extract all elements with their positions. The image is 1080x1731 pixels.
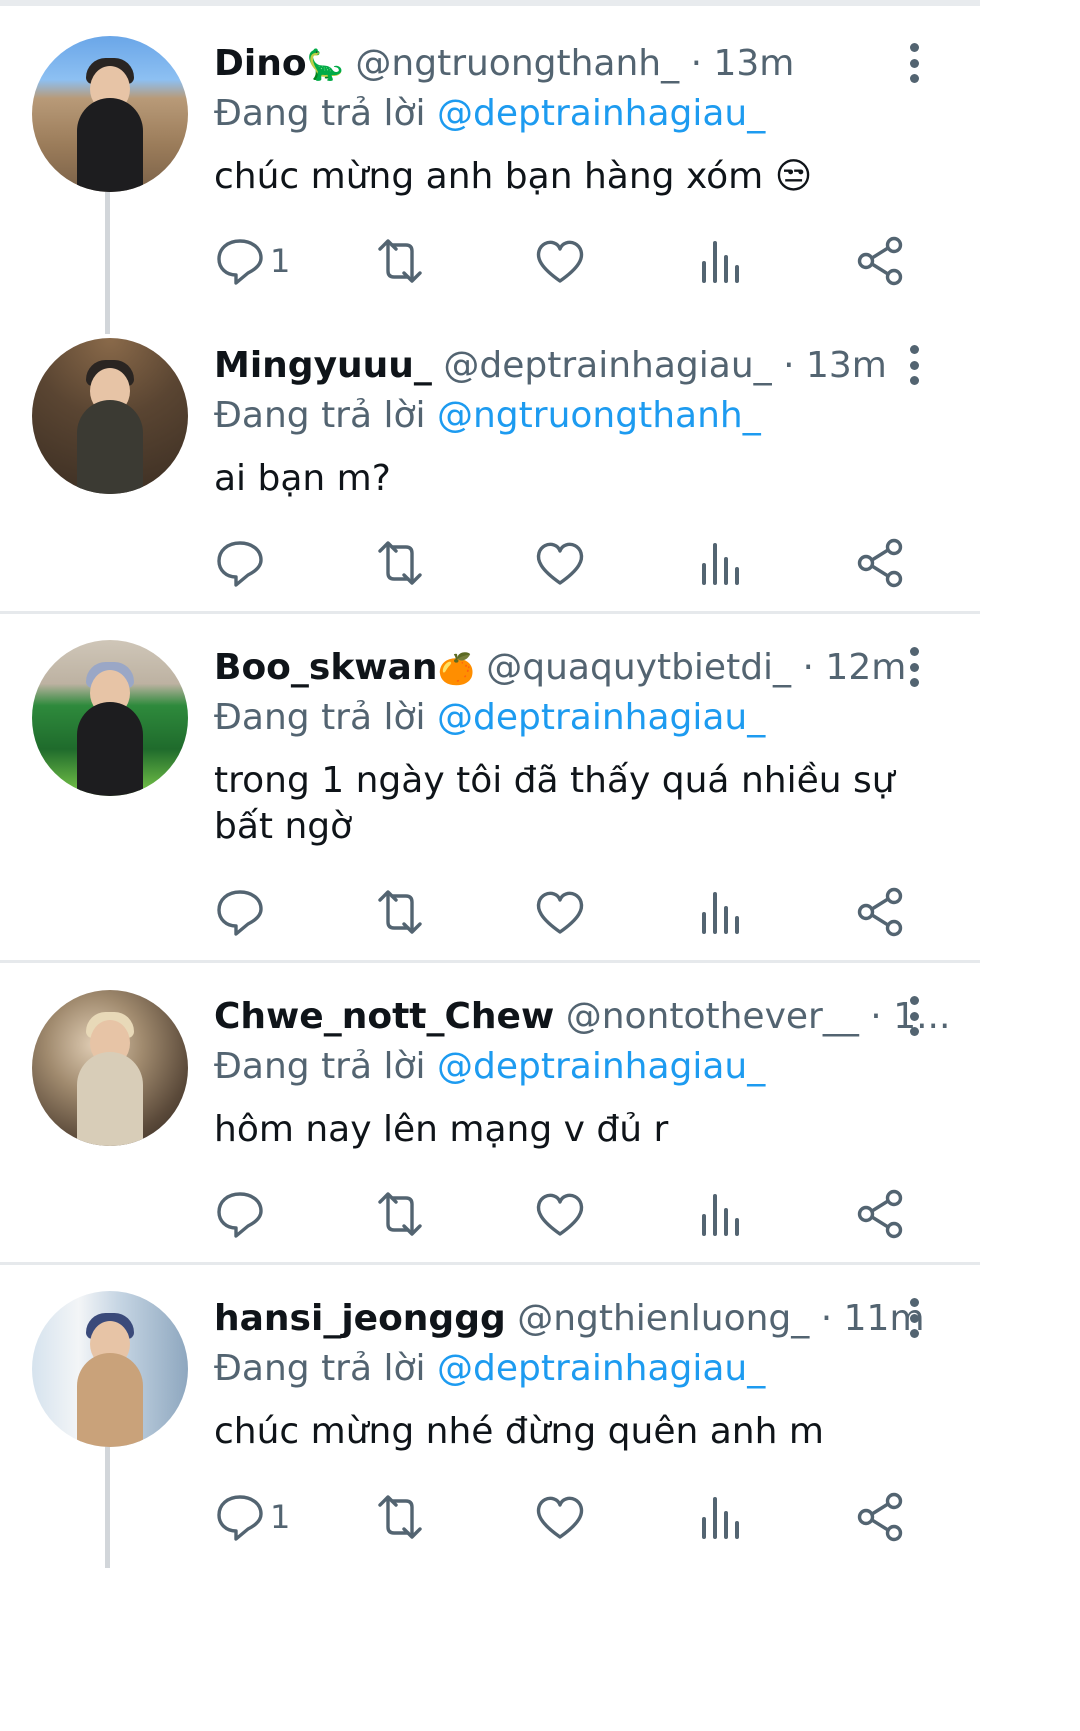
replying-to-label: Đang trả lời xyxy=(214,697,426,738)
separator-dot: · xyxy=(690,43,703,84)
tweet-divider xyxy=(0,1262,980,1265)
reply-icon[interactable] xyxy=(210,231,270,291)
avatar-figure xyxy=(77,400,143,494)
display-name[interactable]: Chwe_nott_Chew xyxy=(214,996,554,1037)
retweet-icon[interactable] xyxy=(370,533,430,593)
top-strip xyxy=(0,0,980,6)
tweet-text: chúc mừng nhé đừng quên anh m xyxy=(214,1411,824,1452)
tweet-divider xyxy=(0,960,980,963)
display-name[interactable]: Boo_skwan xyxy=(214,647,437,688)
tweet-text: ai bạn m? xyxy=(214,458,391,499)
like-icon[interactable] xyxy=(530,533,590,593)
user-handle[interactable]: @ngthienluong_ xyxy=(517,1298,809,1339)
separator-dot: · xyxy=(802,647,814,688)
replying-to-label: Đang trả lời xyxy=(214,93,426,134)
user-handle[interactable]: @nontothever__ xyxy=(566,996,859,1037)
share-icon[interactable] xyxy=(850,533,910,593)
tweet-header: Chwe_nott_Chew @nontothever__ · 1... xyxy=(214,995,950,1039)
like-icon[interactable] xyxy=(530,231,590,291)
tweet-header: Boo_skwan🍊 @quaquytbietdi_ · 12m xyxy=(214,646,906,690)
separator-dot: · xyxy=(820,1298,833,1339)
like-icon[interactable] xyxy=(530,1487,590,1547)
name-emoji: 🍊 xyxy=(437,652,475,687)
avatar[interactable] xyxy=(32,990,188,1146)
replying-to: Đang trả lời @ngtruongthanh_ xyxy=(214,394,761,438)
avatar[interactable] xyxy=(32,36,188,192)
avatar-figure xyxy=(77,98,143,192)
tweet-text: trong 1 ngày tôi đã thấy quá nhiều sự bấ… xyxy=(214,760,895,847)
timestamp[interactable]: 13m xyxy=(713,43,794,84)
avatar-figure xyxy=(77,702,143,796)
more-icon[interactable] xyxy=(904,43,924,83)
views-icon[interactable] xyxy=(690,231,750,291)
avatar-figure xyxy=(77,1353,143,1447)
replying-to-label: Đang trả lời xyxy=(214,1046,426,1087)
share-icon[interactable] xyxy=(850,231,910,291)
more-icon[interactable] xyxy=(904,647,924,687)
tweet-divider xyxy=(0,611,980,614)
tweet-text: chúc mừng anh bạn hàng xóm 😒 xyxy=(214,156,813,197)
retweet-icon[interactable] xyxy=(370,882,430,942)
replying-to-mention[interactable]: @deptrainhagiau_ xyxy=(437,93,765,134)
more-icon[interactable] xyxy=(904,345,924,385)
reply-icon[interactable] xyxy=(210,533,270,593)
thread-line xyxy=(105,192,110,334)
reply-count: 1 xyxy=(270,242,291,280)
tweet-header: Dino🦕 @ngtruongthanh_ · 13m xyxy=(214,42,794,86)
replying-to: Đang trả lời @deptrainhagiau_ xyxy=(214,696,765,740)
avatar-figure xyxy=(77,1052,143,1146)
replying-to: Đang trả lời @deptrainhagiau_ xyxy=(214,1045,765,1089)
timestamp[interactable]: 12m xyxy=(825,647,906,688)
reply-count: 1 xyxy=(270,1498,291,1536)
retweet-icon[interactable] xyxy=(370,1184,430,1244)
avatar[interactable] xyxy=(32,640,188,796)
display-name[interactable]: hansi_jeonggg xyxy=(214,1298,506,1339)
separator-dot: · xyxy=(870,996,882,1037)
display-name[interactable]: Mingyuuu_ xyxy=(214,345,432,386)
more-icon[interactable] xyxy=(904,996,924,1036)
replying-to: Đang trả lời @deptrainhagiau_ xyxy=(214,92,765,136)
more-icon[interactable] xyxy=(904,1298,924,1338)
reply-icon[interactable] xyxy=(210,1487,270,1547)
avatar[interactable] xyxy=(32,1291,188,1447)
timestamp[interactable]: 13m xyxy=(806,345,887,386)
reply-icon[interactable] xyxy=(210,1184,270,1244)
views-icon[interactable] xyxy=(690,1487,750,1547)
replying-to-mention[interactable]: @deptrainhagiau_ xyxy=(437,1046,765,1087)
replying-to-label: Đang trả lời xyxy=(214,1348,426,1389)
avatar[interactable] xyxy=(32,338,188,494)
thread-line xyxy=(105,1446,110,1568)
views-icon[interactable] xyxy=(690,1184,750,1244)
replying-to-mention[interactable]: @deptrainhagiau_ xyxy=(437,697,765,738)
share-icon[interactable] xyxy=(850,1487,910,1547)
display-name[interactable]: Dino xyxy=(214,43,307,84)
tweet-text: hôm nay lên mạng v đủ r xyxy=(214,1109,669,1150)
views-icon[interactable] xyxy=(690,533,750,593)
retweet-icon[interactable] xyxy=(370,1487,430,1547)
retweet-icon[interactable] xyxy=(370,231,430,291)
name-emoji: 🦕 xyxy=(306,48,344,83)
share-icon[interactable] xyxy=(850,1184,910,1244)
replying-to-label: Đang trả lời xyxy=(214,395,426,436)
like-icon[interactable] xyxy=(530,1184,590,1244)
user-handle[interactable]: @deptrainhagiau_ xyxy=(443,345,771,386)
tweet-header: hansi_jeonggg @ngthienluong_ · 11m xyxy=(214,1297,925,1341)
user-handle[interactable]: @ngtruongthanh_ xyxy=(355,43,679,84)
separator-dot: · xyxy=(783,345,795,386)
like-icon[interactable] xyxy=(530,882,590,942)
replying-to: Đang trả lời @deptrainhagiau_ xyxy=(214,1347,765,1391)
replying-to-mention[interactable]: @ngtruongthanh_ xyxy=(437,395,761,436)
reply-icon[interactable] xyxy=(210,882,270,942)
views-icon[interactable] xyxy=(690,882,750,942)
replying-to-mention[interactable]: @deptrainhagiau_ xyxy=(437,1348,765,1389)
tweet-header: Mingyuuu_ @deptrainhagiau_ · 13m xyxy=(214,344,887,388)
user-handle[interactable]: @quaquytbietdi_ xyxy=(486,647,791,688)
share-icon[interactable] xyxy=(850,882,910,942)
